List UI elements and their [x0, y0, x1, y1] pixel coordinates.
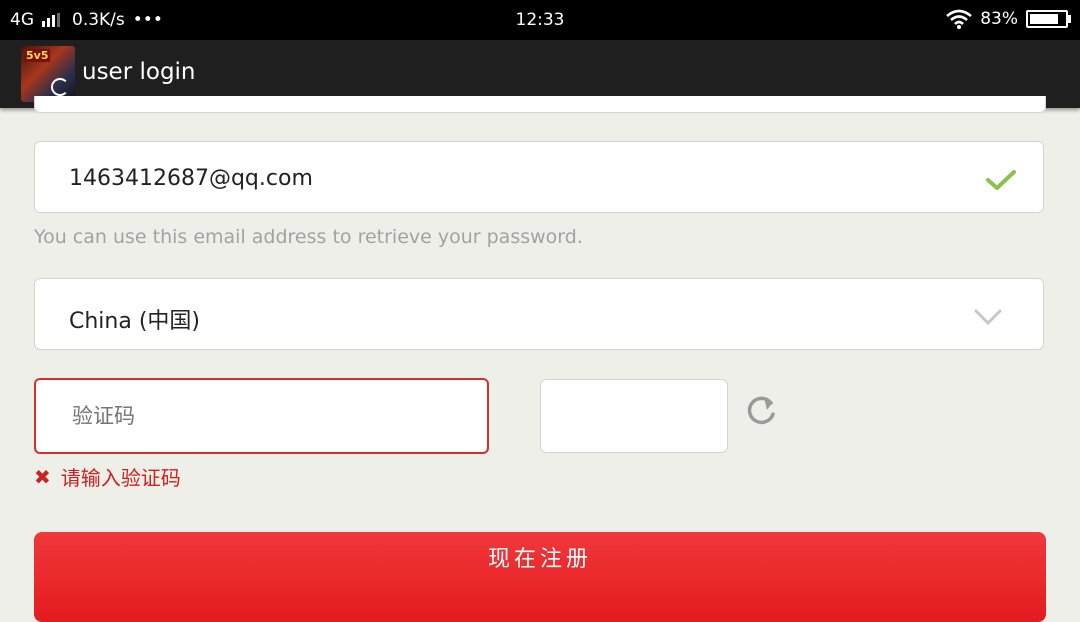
previous-field[interactable]	[34, 96, 1046, 113]
country-value: China (中国)	[69, 309, 201, 334]
app-logo-badge: 5v5	[24, 49, 51, 62]
battery-icon	[1026, 10, 1071, 28]
page-title: user login	[82, 59, 196, 85]
captcha-error: ✖ 请输入验证码	[34, 462, 181, 491]
battery-percent: 83%	[980, 9, 1018, 29]
app-logo[interactable]: 5v5	[21, 46, 75, 102]
chevron-down-icon	[974, 309, 1002, 326]
email-value: 1463412687@qq.com	[69, 166, 313, 191]
error-message: 请输入验证码	[60, 466, 181, 490]
email-hint: You can use this email address to retrie…	[34, 226, 583, 248]
wifi-icon	[946, 9, 973, 29]
battery-level	[1030, 14, 1058, 24]
email-field[interactable]: 1463412687@qq.com	[34, 141, 1044, 213]
captcha-image[interactable]	[540, 379, 728, 453]
app-logo-emblem	[51, 78, 69, 96]
error-x-icon: ✖	[34, 464, 51, 489]
status-bar: 4G 0.3K/s ••• 12:33 83%	[0, 0, 1080, 40]
captcha-input[interactable]	[34, 378, 489, 454]
clock: 12:33	[515, 10, 565, 30]
register-button[interactable]: 现在注册	[34, 532, 1046, 622]
refresh-icon[interactable]	[742, 393, 780, 431]
checkmark-icon	[986, 170, 1016, 190]
country-select[interactable]: China (中国)	[34, 278, 1044, 350]
